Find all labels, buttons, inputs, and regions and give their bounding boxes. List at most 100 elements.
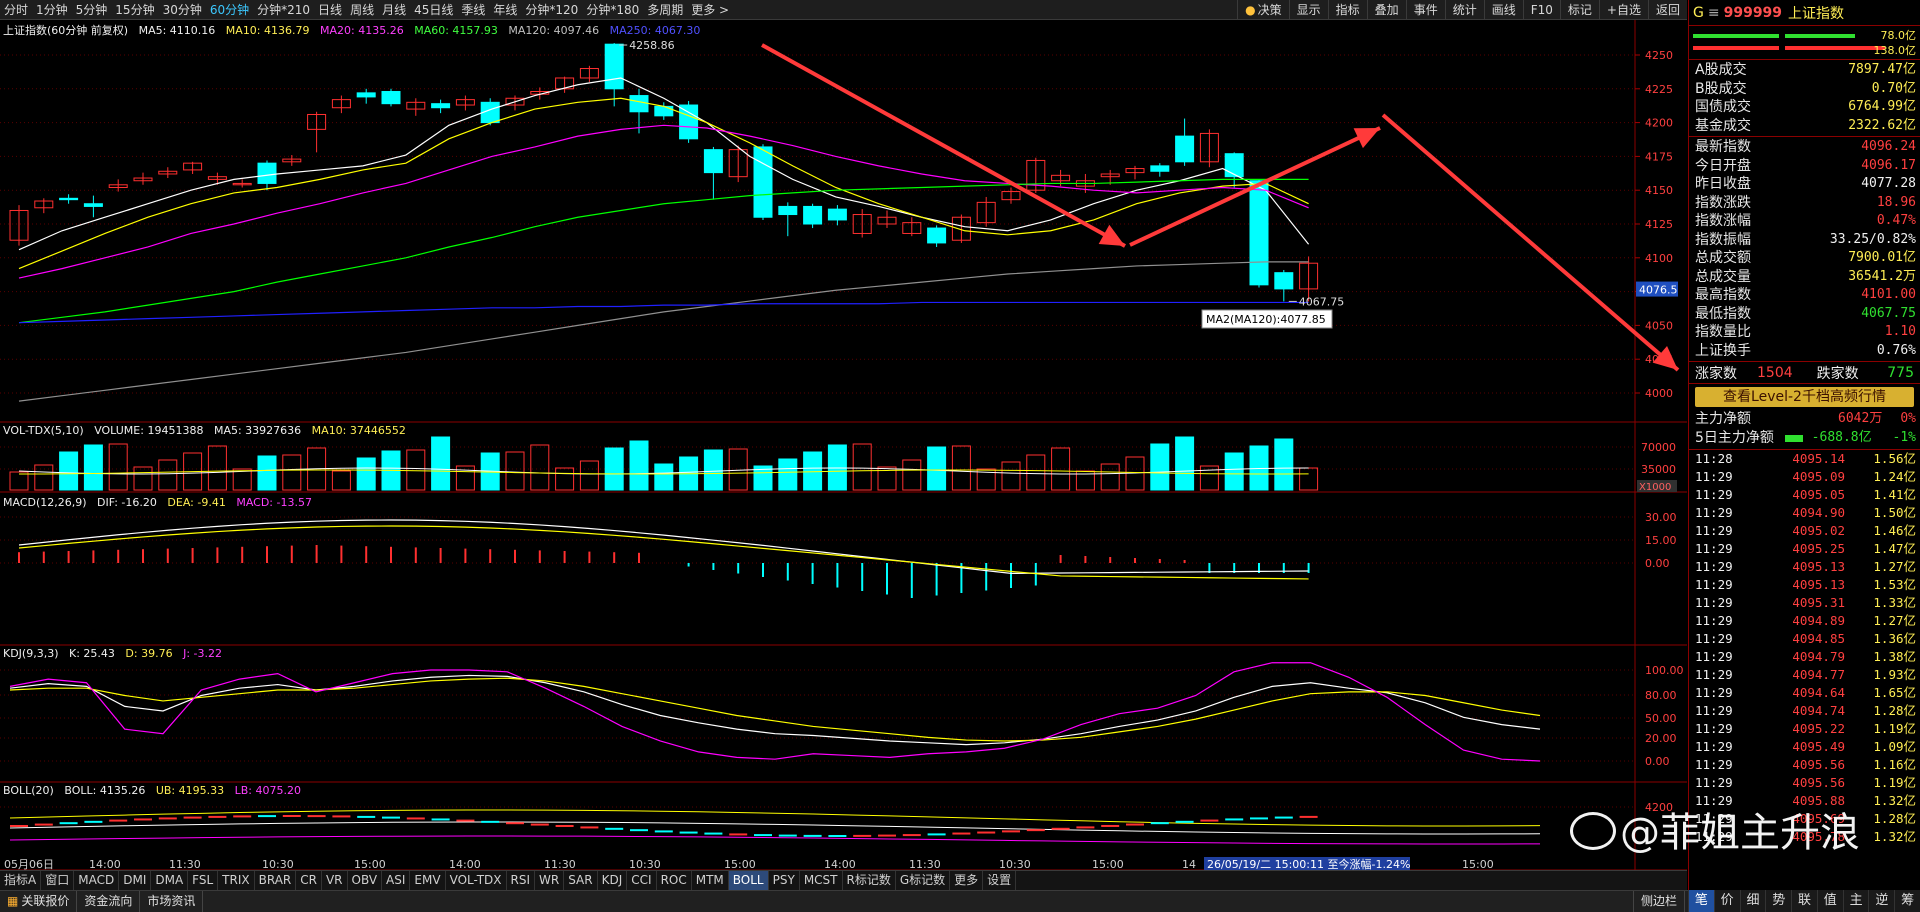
indicator-tab[interactable]: DMA (151, 871, 189, 890)
boll-candle (307, 815, 326, 818)
period-tab[interactable]: 周线 (346, 0, 378, 19)
fund-flow-button[interactable]: 资金流向 (77, 891, 141, 912)
indicator-tab[interactable]: MTM (692, 871, 729, 890)
kdj-k: K: 25.43 (69, 647, 115, 660)
indicator-tab[interactable]: PSY (769, 871, 800, 890)
boll-candle (878, 834, 896, 837)
indicator-tab[interactable]: VR (322, 871, 348, 890)
indicator-tab[interactable]: 更多 (950, 871, 984, 890)
turnover-label: A股成交 (1695, 62, 1747, 78)
period-tab[interactable]: 更多 > (687, 0, 733, 19)
panel-tab[interactable]: 价 (1713, 890, 1740, 912)
panel-tab[interactable]: 细 (1739, 890, 1766, 912)
period-tab[interactable]: 季线 (457, 0, 489, 19)
tick-list[interactable]: 11:28 4095.14 1.56亿 11:29 4095.09 1.24亿 11:29 4… (1689, 450, 1920, 846)
indicator-tab[interactable]: SAR (564, 871, 598, 890)
tick-row: 11:29 4095.56 1.19亿 (1689, 774, 1920, 792)
indicator-tab[interactable]: CR (296, 871, 322, 890)
panel-tab[interactable]: 势 (1765, 890, 1791, 912)
indicator-tab[interactable]: CCI (627, 871, 657, 890)
indicator-tab[interactable]: ROC (657, 871, 692, 890)
panel-tab[interactable]: 筹 (1894, 890, 1920, 912)
stat-label: 上证换手 (1695, 342, 1751, 359)
ma-tooltip-text: MA2(MA120):4077.85 (1206, 313, 1326, 326)
period-tab[interactable]: 分钟*180 (582, 0, 643, 19)
period-tab[interactable]: 分时 (0, 0, 32, 19)
candle-down (604, 43, 624, 90)
period-tab[interactable]: 分钟*210 (253, 0, 314, 19)
period-tab[interactable]: 多周期 (643, 0, 687, 19)
period-tab[interactable]: 月线 (378, 0, 410, 19)
panel-tab[interactable]: 联 (1791, 890, 1817, 912)
panel-tab[interactable]: 笔 (1688, 890, 1714, 912)
toolbar-button[interactable]: 画线 (1483, 0, 1523, 19)
rise-fall-row: 涨家数 1504 跌家数 775 (1689, 362, 1920, 384)
menu-icon[interactable]: ≡ (1708, 5, 1720, 21)
kline-chart[interactable]: 4250422542004175415041254100407540504025… (0, 20, 1687, 870)
indicator-tab[interactable]: DMI (119, 871, 152, 890)
toolbar-button[interactable]: 标记 (1559, 0, 1599, 19)
kdj-tick-label: 50.00 (1645, 712, 1677, 725)
stat-label: 总成交量 (1695, 268, 1751, 285)
kdj-legend: KDJ(9,3,3) K: 25.43 D: 39.76 J: -3.22 (3, 647, 229, 660)
toolbar-button[interactable]: +自选 (1598, 0, 1648, 19)
stat-label: 昨日收盘 (1695, 176, 1751, 192)
chart-area[interactable]: 4250422542004175415041254100407540504025… (0, 20, 1687, 875)
turnover-row: 国债成交 6764.99亿 (1689, 98, 1920, 117)
period-tab[interactable]: 45日线 (410, 0, 457, 19)
indicator-tab[interactable]: 指标A (0, 871, 42, 890)
toolbar-button[interactable]: 事件 (1405, 0, 1445, 19)
toolbar-button[interactable]: 指标 (1327, 0, 1367, 19)
weibo-logo-icon (1570, 812, 1616, 850)
indicator-tab[interactable]: RSI (507, 871, 536, 890)
period-tab[interactable]: 30分钟 (159, 0, 206, 19)
indicator-tab[interactable]: 设置 (983, 871, 1017, 890)
linked-quote-button[interactable]: ▦ 关联报价 (0, 891, 78, 912)
toolbar-button[interactable]: ● 决策 (1237, 0, 1289, 19)
turnover-value: 7897.47亿 (1848, 62, 1916, 77)
indicator-tab[interactable]: FSL (188, 871, 219, 890)
toolbar-button[interactable]: 显示 (1288, 0, 1328, 19)
tick-time: 11:29 (1695, 613, 1733, 628)
indicator-tab[interactable]: TRIX (218, 871, 255, 890)
panel-tab[interactable]: 值 (1816, 890, 1843, 912)
indicator-tab[interactable]: VOL-TDX (446, 871, 507, 890)
linked-quote-label: 关联报价 (21, 894, 70, 908)
indicator-tab[interactable]: 窗口 (41, 871, 75, 890)
toolbar-button[interactable]: F10 (1522, 0, 1560, 19)
boll-candle (1126, 823, 1144, 826)
indicator-tab[interactable]: R标记数 (843, 871, 896, 890)
quote-panel-tabs: 笔价细势联值主逆筹 (1688, 890, 1920, 912)
period-tab[interactable]: 1分钟 (32, 0, 72, 19)
tick-time: 11:29 (1695, 703, 1733, 718)
period-tab[interactable]: 分钟*120 (521, 0, 582, 19)
period-tab[interactable]: 15分钟 (111, 0, 158, 19)
indicator-tab[interactable]: BRAR (255, 871, 297, 890)
indicator-tab[interactable]: OBV (348, 871, 383, 890)
candle-down (83, 203, 103, 207)
panel-tab[interactable]: 逆 (1868, 890, 1894, 912)
tick-time: 11:29 (1695, 505, 1733, 520)
decision-icon: ● (1245, 3, 1256, 17)
panel-tab[interactable]: 主 (1842, 890, 1869, 912)
indicator-tab[interactable]: KDJ (598, 871, 628, 890)
period-tab[interactable]: 年线 (489, 0, 521, 19)
period-tab[interactable]: 60分钟 (206, 0, 253, 19)
toolbar-button[interactable]: 叠加 (1366, 0, 1406, 19)
toolbar-button[interactable]: 统计 (1444, 0, 1484, 19)
toolbar-button-label: 统计 (1452, 3, 1477, 17)
indicator-tab[interactable]: BOLL (728, 871, 769, 890)
indicator-tab[interactable]: G标记数 (896, 871, 951, 890)
indicator-tab[interactable]: ASI (382, 871, 411, 890)
indicator-tab[interactable]: EMV (410, 871, 446, 890)
period-tab[interactable]: 5分钟 (72, 0, 112, 19)
period-tab[interactable]: 日线 (314, 0, 346, 19)
indicator-tab[interactable]: MACD (74, 871, 120, 890)
sidebar-button[interactable]: 侧边栏 (1633, 891, 1686, 912)
indicator-tab[interactable]: WR (535, 871, 565, 890)
toolbar-button[interactable]: 返回 (1647, 0, 1687, 19)
market-news-button[interactable]: 市场资讯 (140, 891, 204, 912)
level2-button[interactable]: 查看Level-2千档高频行情 (1695, 387, 1914, 407)
volume-bar (604, 447, 624, 491)
indicator-tab[interactable]: MCST (800, 871, 843, 890)
